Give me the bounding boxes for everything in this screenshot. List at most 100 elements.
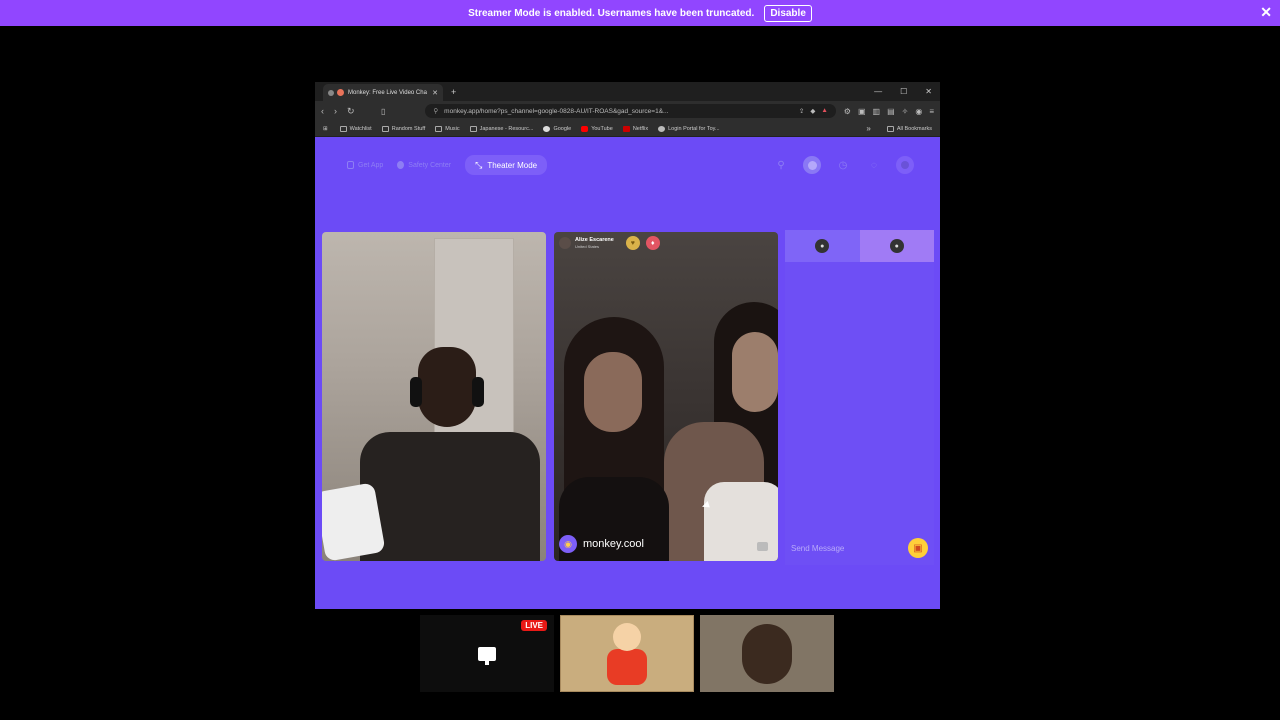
history-icon[interactable]: ◷ [834,156,852,174]
maximize-icon[interactable]: ☐ [900,87,907,96]
folder-icon [435,125,443,132]
youtube-icon [581,125,589,132]
bookmark-item[interactable]: Google [543,125,571,132]
sidebar-icon[interactable]: ▥ [873,107,881,116]
gift-icon[interactable]: ♦ [645,236,660,250]
disable-button[interactable]: Disable [764,4,812,22]
extensions-icon[interactable]: ⚙ [844,107,851,116]
screenshot-icon[interactable]: ▣ [858,107,866,116]
streamer-mode-banner: Streamer Mode is enabled. Usernames have… [0,0,1280,26]
avatar[interactable] [896,156,914,174]
site-info-icon[interactable]: ⚲ [433,107,438,115]
message-bar: ▣ [785,533,934,563]
self-video [322,232,546,561]
favicon-icon [337,89,344,96]
stream-thumbnails: LIVE [420,615,834,692]
browser-tab[interactable]: Monkey: Free Live Video Cha ✕ [323,84,443,101]
forward-icon[interactable]: › [334,106,337,117]
avatar-thumbnail[interactable] [560,615,694,692]
banner-message: Streamer Mode is enabled. Usernames have… [468,7,755,19]
expand-icon: ⤡ [475,159,483,170]
bookmark-item[interactable]: YouTube [581,125,613,132]
more-bookmarks-icon[interactable]: » [866,124,870,133]
chat-panel: ● ● ▣ [785,230,934,565]
partner-avatar [559,237,571,249]
close-window-icon[interactable]: ✕ [925,87,932,96]
tab-self[interactable]: ● [859,230,934,262]
url-actions: ⇪ ◆ ▲ [799,107,828,115]
webcam-thumbnail[interactable] [700,615,834,692]
new-tab-icon[interactable]: + [451,87,456,97]
close-icon[interactable]: ✕ [1260,4,1272,21]
cartoon-character [601,622,653,685]
bookmark-item[interactable]: Music [435,125,460,132]
back-icon[interactable]: ‹ [321,106,324,117]
bookmark-item[interactable]: Random Stuff [381,125,425,132]
browser-window: Monkey: Free Live Video Cha ✕ + — ☐ ✕ ‹ … [315,82,940,609]
gift-icon[interactable]: ▣ [908,538,928,558]
bookmarks-bar: ⊞ Watchlist Random Stuff Music Japanese … [315,121,940,137]
phone-icon [347,161,354,169]
address-bar: ‹ › ↻ ▯ ⚲ monkey.app/home?ps_channel=goo… [315,101,940,121]
netflix-icon [622,125,630,132]
tab-partner[interactable]: ● [785,230,860,262]
bookmark-item[interactable]: Japanese - Resourc... [469,125,533,132]
live-badge: LIVE [521,620,547,631]
tabs-icon[interactable]: ▤ [887,107,895,116]
globe-icon [658,125,666,132]
message-input[interactable] [791,543,908,553]
folder-icon [469,125,477,132]
safety-center-link[interactable]: Safety Center [397,157,451,173]
google-icon [543,125,551,132]
folder-icon [381,125,389,132]
watermark: ◉ monkey.cool [559,535,644,553]
partner-name: Alize Escarene [575,237,614,243]
tab-bar: Monkey: Free Live Video Cha ✕ + — ☐ ✕ [315,82,940,101]
vpn-icon[interactable]: ◉ [915,107,922,116]
minimize-icon[interactable]: — [874,87,882,96]
url-field[interactable]: ⚲ monkey.app/home?ps_channel=google-0828… [425,104,836,118]
partner-country: United States [575,244,600,249]
site-header-icons: ⚲ ◷ ◌ [772,156,914,174]
add-friend-icon[interactable]: ♥ [625,236,640,250]
self-avatar-icon: ● [889,239,904,253]
ai-icon[interactable]: ✧ [902,107,909,116]
reload-icon[interactable]: ↻ [347,106,355,117]
chat-tabs: ● ● [785,230,934,262]
search-icon[interactable]: ⚲ [772,156,790,174]
bookmark-icon[interactable]: ▯ [381,107,385,116]
apps-icon[interactable]: ⊞ [323,126,328,132]
audio-icon [328,89,334,96]
window-controls: — ☐ ✕ [874,87,940,96]
messages-icon[interactable]: ◌ [865,156,883,174]
nav-buttons: ‹ › ↻ [321,106,381,117]
partner-avatar-icon: ● [815,239,830,253]
bookmark-item[interactable]: Watchlist [339,125,372,132]
share-icon[interactable]: ⇪ [799,107,804,115]
get-app-link[interactable]: Get App [347,157,383,173]
url-text: monkey.app/home?ps_channel=google-0828-A… [444,107,669,115]
folder-icon [886,125,894,132]
all-bookmarks[interactable]: All Bookmarks [886,125,932,132]
alert-icon[interactable]: ▲ [821,107,827,115]
partner-video: Alize Escarene United States ♥ ♦ ◉ monke… [554,232,778,561]
tab-title: Monkey: Free Live Video Cha [348,89,427,96]
webcam-person [742,623,792,684]
bookmark-item[interactable]: Netflix [622,125,648,132]
theater-mode-button[interactable]: ⤡ Theater Mode [465,155,548,175]
screen-share-thumbnail[interactable]: LIVE [420,615,554,692]
shield-icon [397,161,405,169]
profile-shop-icon[interactable] [803,156,821,174]
menu-icon[interactable]: ≡ [929,107,934,116]
bookmarks-right: » All Bookmarks [866,124,932,133]
tab-close-icon[interactable]: ✕ [432,89,438,97]
monitor-icon [478,646,496,665]
extension-icon[interactable]: ◆ [810,107,815,115]
folder-icon [339,125,347,132]
bookmark-item[interactable]: Login Portal for Toy... [658,125,720,132]
toolbar-icons: ⚙ ▣ ▥ ▤ ✧ ◉ ≡ [844,107,934,116]
partner-info[interactable]: Alize Escarene United States ♥ ♦ [559,236,660,250]
report-icon[interactable] [757,542,768,551]
monkey-logo-icon: ◉ [559,535,577,553]
self-person [322,347,540,561]
